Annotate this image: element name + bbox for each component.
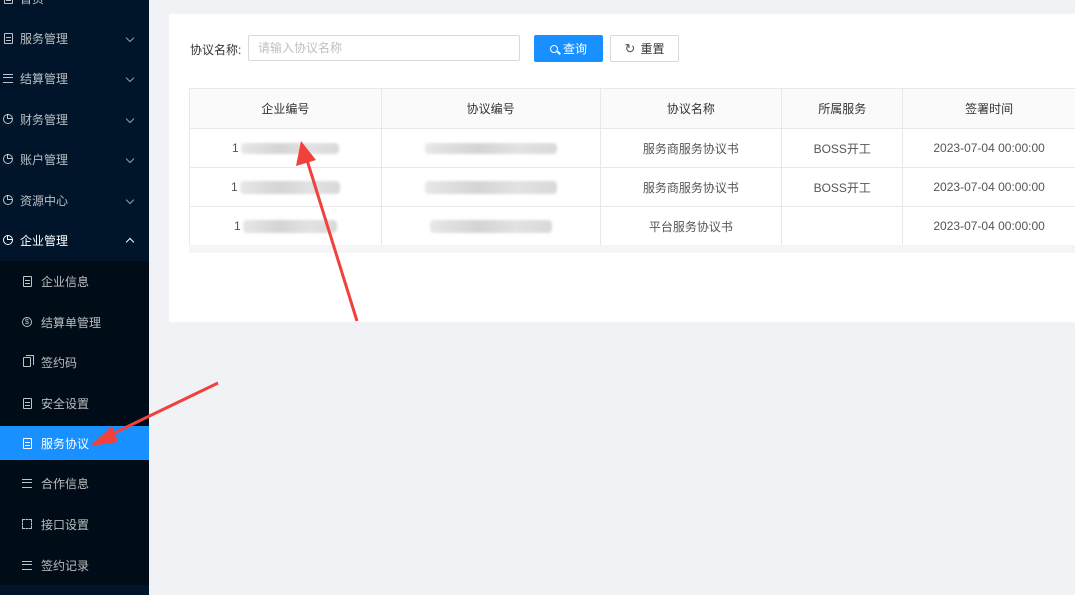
reset-button[interactable]: ↻ 重置 xyxy=(610,35,679,62)
table-horizontal-scrollbar[interactable] xyxy=(189,245,1075,253)
pie-chart-icon xyxy=(2,153,14,165)
document-icon xyxy=(21,397,33,409)
company-id-prefix: 1 xyxy=(234,219,241,233)
chevron-down-icon xyxy=(125,33,135,43)
menu-label-home: 首页 xyxy=(20,0,44,7)
submenu-item-signing-records[interactable]: 签约记录 xyxy=(0,548,149,582)
menu-label: 账户管理 xyxy=(20,152,69,167)
service-cell xyxy=(782,207,904,245)
bracket-icon xyxy=(21,518,33,530)
agreement-id-cell xyxy=(382,207,601,245)
service-cell: BOSS开工 xyxy=(782,168,904,206)
document-icon xyxy=(2,32,14,44)
submenu-label: 结算单管理 xyxy=(41,315,102,330)
submenu-item-statement-management[interactable]: $ 结算单管理 xyxy=(0,305,149,339)
company-id-cell: 1 xyxy=(190,168,382,206)
submenu-item-cooperation-info[interactable]: 合作信息 xyxy=(0,466,149,500)
menu-item-service-management[interactable]: 服务管理 xyxy=(0,18,149,58)
menu-item-resource-center[interactable]: 资源中心 xyxy=(0,180,149,220)
pie-chart-icon xyxy=(2,194,14,206)
chevron-down-icon xyxy=(125,195,135,205)
column-header-agreement-name: 协议名称 xyxy=(601,89,783,128)
table-row[interactable]: 1 服务商服务协议书 BOSS开工 2023-07-04 00:00:00 xyxy=(190,129,1075,168)
menu-item-home[interactable]: 首页 xyxy=(0,0,149,18)
query-button[interactable]: 查询 xyxy=(534,35,603,62)
column-header-company-id: 企业编号 xyxy=(190,89,382,128)
pie-chart-icon xyxy=(2,113,14,125)
menu-item-enterprise-management[interactable]: 企业管理 xyxy=(0,220,149,260)
submenu-label: 安全设置 xyxy=(41,396,90,411)
pie-chart-icon xyxy=(2,234,14,246)
table-row[interactable]: 1 服务商服务协议书 BOSS开工 2023-07-04 00:00:00 xyxy=(190,168,1075,207)
submenu-item-api-settings[interactable]: 接口设置 xyxy=(0,507,149,541)
submenu-label: 签约码 xyxy=(41,355,78,370)
agreement-table: 企业编号 协议编号 协议名称 所属服务 签署时间 1 服务商服务协议书 BOSS… xyxy=(189,88,1075,246)
coin-icon: $ xyxy=(21,316,33,328)
list-icon xyxy=(21,477,33,489)
table-header-row: 企业编号 协议编号 协议名称 所属服务 签署时间 xyxy=(190,89,1075,129)
agreement-id-cell xyxy=(382,129,601,167)
agreement-name-cell: 平台服务协议书 xyxy=(601,207,783,245)
agreement-name-label: 协议名称: xyxy=(190,43,242,57)
copy-icon xyxy=(21,355,34,368)
submenu-label: 签约记录 xyxy=(41,558,90,573)
submenu-item-security-settings[interactable]: 安全设置 xyxy=(0,386,149,420)
redacted-value xyxy=(239,180,340,194)
signed-at-cell: 2023-07-04 00:00:00 xyxy=(933,219,1045,233)
query-button-label: 查询 xyxy=(562,42,587,56)
list-icon xyxy=(21,559,33,571)
submenu-item-enterprise-info[interactable]: 企业信息 xyxy=(0,264,149,298)
submenu-label: 服务协议 xyxy=(41,436,90,451)
agreement-id-cell xyxy=(382,168,601,206)
submenu-item-service-agreement[interactable]: 服务协议 xyxy=(0,426,149,460)
document-icon xyxy=(21,437,33,449)
home-icon xyxy=(2,0,14,4)
redacted-value xyxy=(242,219,337,233)
sidebar: 首页 服务管理 结算管理 财务管理 账户管理 资源中心 企业管理 企业信息 $ … xyxy=(0,0,149,595)
redacted-value xyxy=(424,180,557,194)
document-icon xyxy=(21,275,33,287)
column-header-agreement-id: 协议编号 xyxy=(382,89,601,128)
menu-item-settlement-management[interactable]: 结算管理 xyxy=(0,58,149,98)
redacted-value xyxy=(424,142,557,154)
agreement-name-cell: 服务商服务协议书 xyxy=(601,129,783,167)
menu-label: 企业管理 xyxy=(20,233,69,248)
company-id-cell: 1 xyxy=(190,207,382,245)
search-icon xyxy=(549,44,558,53)
signed-at-cell: 2023-07-04 00:00:00 xyxy=(933,180,1045,194)
chevron-down-icon xyxy=(125,154,135,164)
column-header-service: 所属服务 xyxy=(782,89,904,128)
chevron-down-icon xyxy=(125,73,135,83)
submenu-label: 接口设置 xyxy=(41,517,90,532)
company-id-cell: 1 xyxy=(190,129,382,167)
company-id-prefix: 1 xyxy=(232,141,239,155)
agreement-name-cell: 服务商服务协议书 xyxy=(601,168,783,206)
menu-label: 财务管理 xyxy=(20,112,69,127)
reload-icon: ↻ xyxy=(624,41,636,56)
service-cell: BOSS开工 xyxy=(782,129,904,167)
submenu-label: 合作信息 xyxy=(41,476,90,491)
redacted-value xyxy=(240,142,339,154)
redacted-value xyxy=(429,219,552,233)
menu-item-finance-management[interactable]: 财务管理 xyxy=(0,99,149,139)
column-header-signed-at: 签署时间 xyxy=(965,102,1014,116)
menu-label: 服务管理 xyxy=(20,31,69,46)
company-id-prefix: 1 xyxy=(231,180,238,194)
chevron-up-icon xyxy=(125,237,135,247)
menu-item-account-management[interactable]: 账户管理 xyxy=(0,139,149,179)
signed-at-cell: 2023-07-04 00:00:00 xyxy=(933,141,1045,155)
agreement-name-input[interactable] xyxy=(248,35,520,61)
chevron-down-icon xyxy=(125,114,135,124)
reset-button-label: 重置 xyxy=(640,42,665,56)
list-icon xyxy=(2,72,14,84)
menu-label: 资源中心 xyxy=(20,193,69,208)
submenu-label: 企业信息 xyxy=(41,274,90,289)
submenu-item-signing-code[interactable]: 签约码 xyxy=(0,345,149,379)
table-row[interactable]: 1 平台服务协议书 2023-07-04 00:00:00 xyxy=(190,207,1075,246)
menu-label: 结算管理 xyxy=(20,71,69,86)
